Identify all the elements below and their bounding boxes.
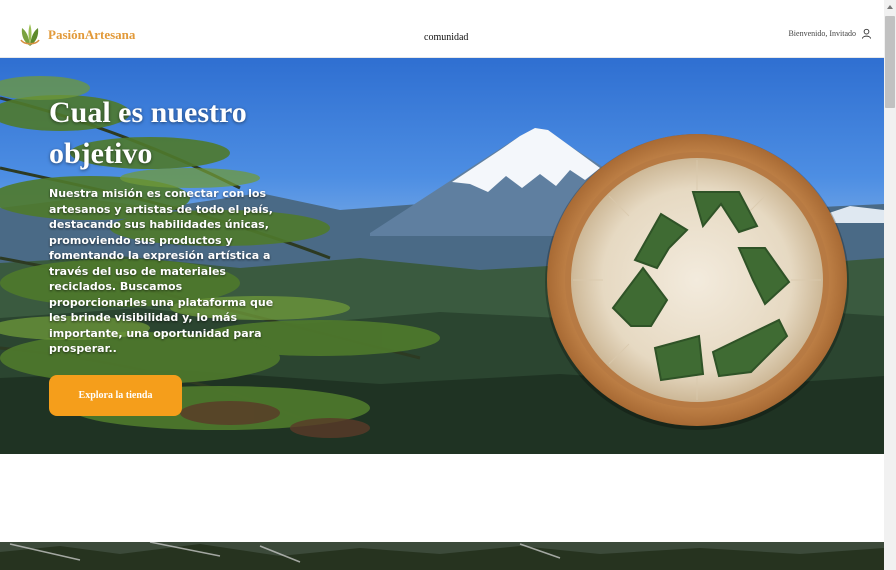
leaf-hand-icon [20,24,40,46]
user-icon[interactable] [861,28,872,39]
forest-image [0,542,884,570]
welcome-text: Bienvenido, Invitado [788,29,856,38]
hero-section: Cual es nuestro objetivo Nuestra misión … [0,58,884,454]
hero-title: Cual es nuestro objetivo [49,96,247,170]
recycle-icon [545,134,849,430]
vertical-scrollbar[interactable] [884,0,896,570]
brand-logo[interactable]: PasiónArtesana [18,22,135,48]
scrollbar-thumb[interactable] [885,16,895,108]
nav-link-comunidad[interactable]: comunidad [424,32,468,43]
hero-description: Nuestra misión es conectar con los artes… [49,187,274,355]
explore-store-button[interactable]: Explora la tienda [49,375,182,416]
site-header: PasiónArtesana comunidad Bienvenido, Inv… [0,0,884,58]
brand-name: PasiónArtesana [48,27,136,42]
next-section-image [0,542,884,570]
scroll-up-arrow-icon[interactable] [884,0,896,14]
user-menu[interactable]: Bienvenido, Invitado [788,28,872,39]
